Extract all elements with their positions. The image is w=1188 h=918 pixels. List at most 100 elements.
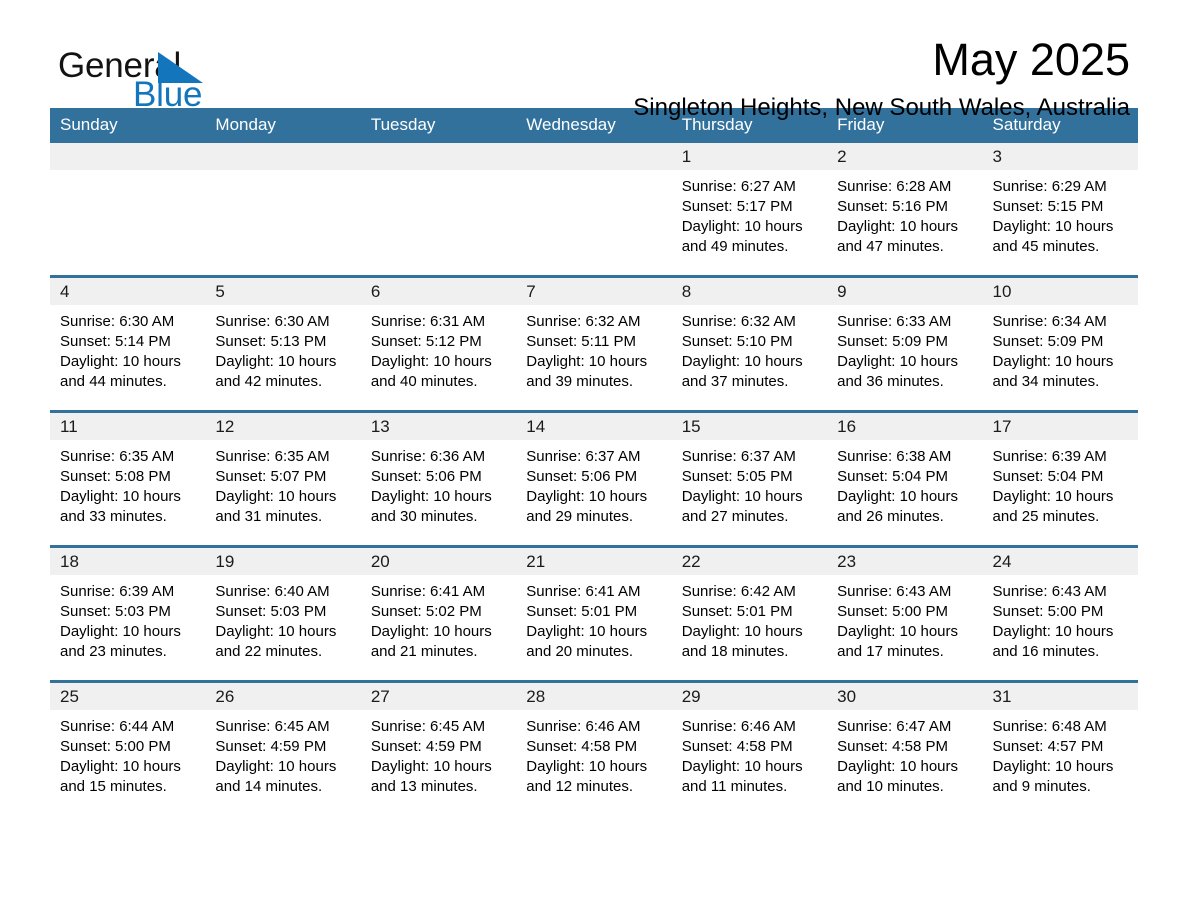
daylight-text: Daylight: 10 hours and 22 minutes. [215, 623, 337, 660]
calendar-day-cell[interactable]: 11 Sunrise: 6:35 AM Sunset: 5:08 PM Dayligh… [50, 410, 206, 547]
day-number: 19 [205, 548, 361, 575]
calendar-day-cell[interactable]: 30 Sunrise: 6:47 AM Sunset: 4:58 PM Dayligh… [827, 680, 983, 815]
day-details: Sunrise: 6:35 AM Sunset: 5:08 PM Daylight:… [50, 440, 205, 527]
sunset-text: Sunset: 4:58 PM [681, 738, 793, 755]
calendar-day-cell[interactable]: 2 Sunrise: 6:28 AM Sunset: 5:16 PM Daylight… [827, 143, 983, 277]
daylight-text: Daylight: 10 hours and 11 minutes. [681, 758, 803, 795]
calendar-day-cell[interactable]: 19 Sunrise: 6:40 AM Sunset: 5:03 PM Dayligh… [205, 545, 361, 682]
sunset-text: Sunset: 5:12 PM [370, 333, 482, 350]
calendar-day-cell[interactable]: 17 Sunrise: 6:39 AM Sunset: 5:04 PM Dayligh… [982, 410, 1138, 547]
calendar-day-cell[interactable] [50, 143, 206, 277]
day-details: Sunrise: 6:40 AM Sunset: 5:03 PM Daylight:… [205, 575, 360, 662]
calendar-day-cell[interactable]: 22 Sunrise: 6:42 AM Sunset: 5:01 PM Dayligh… [671, 545, 828, 682]
calendar-day-cell[interactable] [516, 143, 672, 277]
calendar-day-cell[interactable]: 15 Sunrise: 6:37 AM Sunset: 5:05 PM Dayligh… [671, 410, 828, 547]
sunset-text: Sunset: 5:15 PM [992, 198, 1104, 215]
calendar-day-cell[interactable]: 26 Sunrise: 6:45 AM Sunset: 4:59 PM Dayligh… [205, 680, 361, 815]
calendar-day-cell[interactable]: 23 Sunrise: 6:43 AM Sunset: 5:00 PM Dayligh… [827, 545, 983, 682]
sunrise-text: Sunrise: 6:46 AM [526, 718, 641, 735]
sunset-text: Sunset: 5:10 PM [681, 333, 793, 350]
sunset-text: Sunset: 5:11 PM [526, 333, 637, 350]
calendar-day-cell[interactable]: 9 Sunrise: 6:33 AM Sunset: 5:09 PM Daylight… [827, 275, 983, 412]
day-details: Sunrise: 6:41 AM Sunset: 5:01 PM Daylight:… [516, 575, 671, 662]
sunrise-text: Sunrise: 6:31 AM [370, 313, 486, 330]
calendar-week-row: 11 Sunrise: 6:35 AM Sunset: 5:08 PM Dayligh… [50, 410, 1138, 547]
daylight-text: Daylight: 10 hours and 39 minutes. [526, 353, 648, 390]
calendar-day-cell[interactable] [205, 143, 361, 277]
daylight-text: Daylight: 10 hours and 12 minutes. [526, 758, 648, 795]
day-cell-content: 14 Sunrise: 6:37 AM Sunset: 5:06 PM Dayligh… [516, 413, 672, 545]
sunset-text: Sunset: 5:01 PM [681, 603, 793, 620]
calendar-day-cell[interactable]: 31 Sunrise: 6:48 AM Sunset: 4:57 PM Dayligh… [982, 680, 1138, 815]
sunrise-text: Sunrise: 6:34 AM [992, 313, 1107, 330]
day-cell-content: 8 Sunrise: 6:32 AM Sunset: 5:10 PM Daylight… [671, 278, 828, 410]
title-block: May 2025 Singleton Heights, New South Wa… [633, 34, 1130, 122]
calendar-day-cell[interactable]: 18 Sunrise: 6:39 AM Sunset: 5:03 PM Dayligh… [50, 545, 206, 682]
sunset-text: Sunset: 5:04 PM [837, 468, 949, 485]
sunrise-text: Sunrise: 6:28 AM [837, 178, 952, 195]
day-details: Sunrise: 6:45 AM Sunset: 4:59 PM Daylight:… [361, 710, 516, 797]
sunrise-text: Sunrise: 6:36 AM [370, 448, 486, 465]
day-number: 20 [360, 548, 517, 575]
calendar-day-cell[interactable] [360, 143, 517, 277]
daylight-text: Daylight: 10 hours and 15 minutes. [60, 758, 181, 795]
calendar-day-cell[interactable]: 3 Sunrise: 6:29 AM Sunset: 5:15 PM Daylight… [982, 143, 1138, 277]
daylight-text: Daylight: 10 hours and 42 minutes. [215, 353, 337, 390]
calendar-day-cell[interactable]: 25 Sunrise: 6:44 AM Sunset: 5:00 PM Dayligh… [50, 680, 206, 815]
day-cell-content [50, 143, 206, 275]
calendar-day-cell[interactable]: 29 Sunrise: 6:46 AM Sunset: 4:58 PM Dayligh… [671, 680, 828, 815]
calendar-day-cell[interactable]: 10 Sunrise: 6:34 AM Sunset: 5:09 PM Dayligh… [982, 275, 1138, 412]
day-cell-content: 4 Sunrise: 6:30 AM Sunset: 5:14 PM Daylight… [50, 278, 206, 410]
calendar-day-cell[interactable]: 16 Sunrise: 6:38 AM Sunset: 5:04 PM Dayligh… [827, 410, 983, 547]
calendar-day-cell[interactable]: 12 Sunrise: 6:35 AM Sunset: 5:07 PM Dayligh… [205, 410, 361, 547]
calendar-week-row: 25 Sunrise: 6:44 AM Sunset: 5:00 PM Dayligh… [50, 680, 1138, 815]
daylight-text: Daylight: 10 hours and 16 minutes. [992, 623, 1114, 660]
sunrise-text: Sunrise: 6:35 AM [60, 448, 175, 465]
day-number: 27 [360, 683, 517, 710]
day-cell-content: 20 Sunrise: 6:41 AM Sunset: 5:02 PM Dayligh… [360, 548, 517, 680]
calendar-day-cell[interactable]: 28 Sunrise: 6:46 AM Sunset: 4:58 PM Dayligh… [516, 680, 672, 815]
day-number: 22 [671, 548, 828, 575]
daylight-text: Daylight: 10 hours and 34 minutes. [992, 353, 1114, 390]
daylight-text: Daylight: 10 hours and 10 minutes. [837, 758, 959, 795]
day-cell-content: 28 Sunrise: 6:46 AM Sunset: 4:58 PM Dayligh… [516, 683, 672, 815]
day-number: 6 [360, 278, 517, 305]
calendar-day-cell[interactable]: 13 Sunrise: 6:36 AM Sunset: 5:06 PM Dayligh… [360, 410, 517, 547]
calendar-day-cell[interactable]: 21 Sunrise: 6:41 AM Sunset: 5:01 PM Dayligh… [516, 545, 672, 682]
calendar-day-cell[interactable]: 6 Sunrise: 6:31 AM Sunset: 5:12 PM Daylight… [360, 275, 517, 412]
calendar-day-cell[interactable]: 7 Sunrise: 6:32 AM Sunset: 5:11 PM Daylight… [516, 275, 672, 412]
day-number: 11 [50, 413, 206, 440]
calendar-day-cell[interactable]: 5 Sunrise: 6:30 AM Sunset: 5:13 PM Daylight… [205, 275, 361, 412]
sunrise-text: Sunrise: 6:30 AM [60, 313, 175, 330]
sunset-text: Sunset: 5:03 PM [215, 603, 327, 620]
day-number: 31 [982, 683, 1138, 710]
sunrise-text: Sunrise: 6:32 AM [681, 313, 796, 330]
weekday-header-tuesday: Tuesday [360, 108, 517, 143]
daylight-text: Daylight: 10 hours and 36 minutes. [837, 353, 959, 390]
sunrise-text: Sunrise: 6:41 AM [526, 583, 641, 600]
calendar-day-cell[interactable]: 27 Sunrise: 6:45 AM Sunset: 4:59 PM Dayligh… [360, 680, 517, 815]
brand-logo[interactable]: General Blue [58, 46, 318, 116]
daylight-text: Daylight: 10 hours and 27 minutes. [681, 488, 803, 525]
day-cell-content: 7 Sunrise: 6:32 AM Sunset: 5:11 PM Daylight… [516, 278, 672, 410]
calendar-day-cell[interactable]: 4 Sunrise: 6:30 AM Sunset: 5:14 PM Daylight… [50, 275, 206, 412]
day-details: Sunrise: 6:32 AM Sunset: 5:11 PM Daylight:… [516, 305, 671, 392]
daylight-text: Daylight: 10 hours and 49 minutes. [681, 218, 803, 255]
day-details: Sunrise: 6:28 AM Sunset: 5:16 PM Daylight:… [827, 170, 982, 257]
calendar-day-cell[interactable]: 14 Sunrise: 6:37 AM Sunset: 5:06 PM Dayligh… [516, 410, 672, 547]
day-cell-content: 16 Sunrise: 6:38 AM Sunset: 5:04 PM Dayligh… [827, 413, 983, 545]
sunrise-text: Sunrise: 6:48 AM [992, 718, 1107, 735]
calendar-day-cell[interactable]: 24 Sunrise: 6:43 AM Sunset: 5:00 PM Dayligh… [982, 545, 1138, 682]
day-number [205, 143, 361, 170]
sunrise-text: Sunrise: 6:29 AM [992, 178, 1107, 195]
day-number: 15 [671, 413, 828, 440]
day-cell-content: 25 Sunrise: 6:44 AM Sunset: 5:00 PM Dayligh… [50, 683, 206, 815]
daylight-text: Daylight: 10 hours and 45 minutes. [992, 218, 1114, 255]
sunset-text: Sunset: 5:16 PM [837, 198, 949, 215]
day-cell-content: 3 Sunrise: 6:29 AM Sunset: 5:15 PM Daylight… [982, 143, 1138, 275]
calendar-day-cell[interactable]: 8 Sunrise: 6:32 AM Sunset: 5:10 PM Daylight… [671, 275, 828, 412]
day-details: Sunrise: 6:29 AM Sunset: 5:15 PM Daylight:… [983, 170, 1138, 257]
calendar-day-cell[interactable]: 1 Sunrise: 6:27 AM Sunset: 5:17 PM Daylight… [671, 143, 828, 277]
sunset-text: Sunset: 4:57 PM [992, 738, 1104, 755]
calendar-day-cell[interactable]: 20 Sunrise: 6:41 AM Sunset: 5:02 PM Dayligh… [360, 545, 517, 682]
